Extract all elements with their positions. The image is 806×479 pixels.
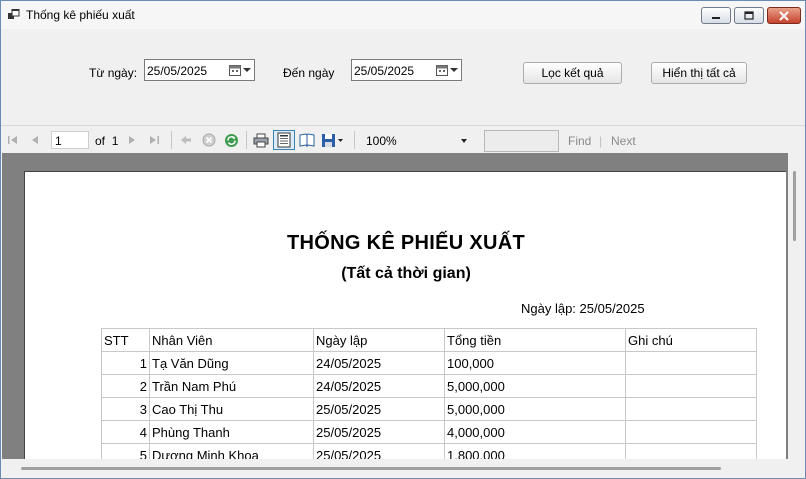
report-subtitle: (Tất cả thời gian) <box>341 265 471 282</box>
chevron-down-icon <box>450 68 458 72</box>
total-cell: 100,000 <box>444 351 626 375</box>
total-cell: 4,000,000 <box>444 420 626 444</box>
report-created-date: Ngày lập: 25/05/2025 <box>521 301 645 316</box>
filter-button[interactable]: Lọc kết quả <box>523 62 622 84</box>
table-row: 4 Phùng Thanh 25/05/2025 4,000,000 <box>101 420 757 444</box>
page-number-input[interactable]: 1 <box>51 131 89 149</box>
row-index: 2 <box>101 374 150 398</box>
export-table: STT Nhân Viên Ngày lập Tổng tiền Ghi chú… <box>101 328 757 467</box>
first-page-icon[interactable] <box>7 132 19 148</box>
date-cell: 25/05/2025 <box>313 420 445 444</box>
page-total: 1 <box>111 134 119 148</box>
toolbar-divider <box>354 131 355 149</box>
report-toolbar: 1 of 1 100% Find | Next <box>1 125 805 153</box>
vertical-scrollbar[interactable] <box>788 153 805 459</box>
find-next-link[interactable]: Next <box>611 134 636 148</box>
last-page-icon[interactable] <box>148 132 160 148</box>
table-row: 2 Trần Nam Phú 24/05/2025 5,000,000 <box>101 374 757 398</box>
column-header: Ghi chú <box>625 328 757 352</box>
employee-cell: Cao Thị Thu <box>149 397 314 421</box>
total-cell: 5,000,000 <box>444 397 626 421</box>
maximize-icon <box>735 8 763 23</box>
employee-cell: Tạ Văn Dũng <box>149 351 314 375</box>
row-index: 4 <box>101 420 150 444</box>
print-layout-icon <box>277 132 291 148</box>
total-cell: 5,000,000 <box>444 374 626 398</box>
filter-panel: Từ ngày: 25/05/2025 Đến ngày 25/05/2025 … <box>1 29 805 125</box>
row-index: 3 <box>101 397 150 421</box>
save-icon <box>322 133 343 147</box>
page-setup-icon[interactable] <box>298 132 316 148</box>
vertical-scroll-thumb[interactable] <box>793 171 796 241</box>
table-row: 3 Cao Thị Thu 25/05/2025 5,000,000 <box>101 397 757 421</box>
note-cell <box>625 420 757 444</box>
note-cell <box>625 351 757 375</box>
date-cell: 24/05/2025 <box>313 374 445 398</box>
zoom-value: 100% <box>366 134 397 148</box>
column-header: STT <box>101 328 150 352</box>
date-cell: 25/05/2025 <box>313 397 445 421</box>
print-layout-button[interactable] <box>273 130 295 150</box>
find-input[interactable] <box>484 130 559 152</box>
app-icon <box>8 9 20 19</box>
app-window: Thống kê phiếu xuất Từ ngày: 25/05/2025 … <box>0 0 806 479</box>
from-date-label: Từ ngày: <box>89 66 138 80</box>
close-icon <box>768 8 800 23</box>
back-icon[interactable] <box>179 132 193 148</box>
horizontal-scrollbar[interactable] <box>2 459 805 478</box>
date-cell: 24/05/2025 <box>313 351 445 375</box>
chevron-down-icon <box>461 139 467 143</box>
column-header: Nhân Viên <box>149 328 314 352</box>
employee-cell: Trần Nam Phú <box>149 374 314 398</box>
title-bar: Thống kê phiếu xuất <box>1 1 805 29</box>
calendar-icon <box>229 65 241 76</box>
report-viewer: THỐNG KÊ PHIẾU XUẤT (Tất cả thời gian) N… <box>2 153 805 471</box>
show-all-button[interactable]: Hiển thị tất cả <box>651 62 747 84</box>
report-page: THỐNG KÊ PHIẾU XUẤT (Tất cả thời gian) N… <box>24 171 786 471</box>
from-date-picker[interactable]: 25/05/2025 <box>144 59 255 81</box>
note-cell <box>625 374 757 398</box>
calendar-icon <box>436 65 448 76</box>
employee-cell: Phùng Thanh <box>149 420 314 444</box>
report-title: THỐNG KÊ PHIẾU XUẤT <box>287 232 525 254</box>
export-button[interactable] <box>320 132 346 148</box>
minimize-button[interactable] <box>701 7 731 24</box>
note-cell <box>625 397 757 421</box>
toolbar-divider <box>246 131 247 149</box>
toolbar-divider <box>171 131 172 149</box>
window-title: Thống kê phiếu xuất <box>26 8 135 22</box>
next-page-icon[interactable] <box>126 132 138 148</box>
maximize-button[interactable] <box>734 7 764 24</box>
of-label: of <box>95 134 106 148</box>
zoom-select[interactable]: 100% <box>363 131 473 150</box>
chevron-down-icon <box>243 68 251 72</box>
horizontal-scroll-thumb[interactable] <box>21 467 721 470</box>
find-separator: | <box>599 134 603 148</box>
stop-icon[interactable] <box>201 132 217 148</box>
from-date-value: 25/05/2025 <box>147 64 208 78</box>
minimize-icon <box>702 8 730 23</box>
to-date-value: 25/05/2025 <box>354 64 415 78</box>
close-button[interactable] <box>767 7 801 24</box>
column-header: Tổng tiền <box>444 328 626 352</box>
previous-page-icon[interactable] <box>29 132 41 148</box>
find-link[interactable]: Find <box>568 134 591 148</box>
table-header-row: STT Nhân Viên Ngày lập Tổng tiền Ghi chú <box>101 328 757 352</box>
print-icon[interactable] <box>252 132 270 148</box>
page-count: of 1 <box>95 134 118 148</box>
table-row: 1 Tạ Văn Dũng 24/05/2025 100,000 <box>101 351 757 375</box>
refresh-icon[interactable] <box>223 132 239 148</box>
to-date-label: Đến ngày <box>283 66 335 80</box>
to-date-picker[interactable]: 25/05/2025 <box>351 59 462 81</box>
row-index: 1 <box>101 351 150 375</box>
column-header: Ngày lập <box>313 328 445 352</box>
